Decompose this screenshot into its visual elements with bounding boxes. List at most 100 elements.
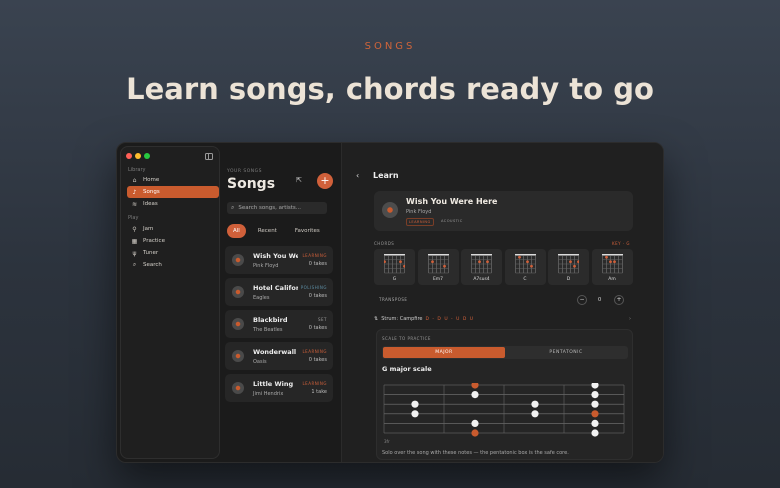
sidebar-item-tuner[interactable]: ψ Tuner bbox=[127, 247, 219, 259]
song-artist: Jimi Hendrix bbox=[253, 391, 284, 397]
play-section-label: Play bbox=[128, 215, 139, 221]
sidebar-item-jam[interactable]: ⚲ Jam bbox=[127, 223, 219, 235]
song-disc-icon bbox=[232, 286, 244, 298]
song-status-badge: LEARNING bbox=[302, 381, 327, 386]
close-window-button[interactable] bbox=[126, 153, 132, 159]
app-window: Library ⌂ Home ♪ Songs ≋ Ideas Play ⚲ Ja… bbox=[116, 142, 664, 463]
song-list-item[interactable]: Wonderwall Oasis LEARNING 0 takes bbox=[225, 342, 333, 370]
song-title: Little Wing bbox=[253, 380, 294, 388]
song-status-badge: POLISHING bbox=[300, 285, 327, 290]
back-chevron-icon[interactable]: ‹ bbox=[356, 171, 359, 180]
scale-name: G major scale bbox=[382, 365, 432, 373]
finger-dot bbox=[399, 260, 402, 264]
song-takes-count: 0 takes bbox=[308, 357, 327, 363]
song-list-item[interactable]: Blackbird The Beatles SET 0 takes bbox=[225, 310, 333, 338]
song-takes-count: 0 takes bbox=[308, 261, 327, 267]
sidebar-item-ideas[interactable]: ≋ Ideas bbox=[127, 198, 219, 210]
finger-dot bbox=[517, 255, 521, 259]
chord-card[interactable]: G bbox=[374, 249, 415, 285]
root-note-dot bbox=[471, 429, 479, 437]
finger-dot bbox=[577, 260, 579, 264]
scale-option-major[interactable]: MAJOR bbox=[383, 347, 505, 358]
strum-row[interactable]: ⇅ Strum: Campfire D - D U - U D U bbox=[374, 316, 474, 322]
sidebar-item-search[interactable]: ⌕ Search bbox=[127, 259, 219, 271]
acoustic-tag: ACOUSTIC bbox=[441, 219, 463, 223]
learn-panel: ‹ Learn Wish You Were Here Pink Floyd LE… bbox=[341, 143, 663, 462]
finger-dot bbox=[612, 260, 616, 264]
sidebar-toggle-icon[interactable] bbox=[205, 153, 213, 160]
chord-name: Em7 bbox=[432, 277, 444, 282]
fretboard-diagram bbox=[383, 383, 625, 437]
chord-card[interactable]: Em7 bbox=[417, 249, 459, 285]
chord-card[interactable]: A7sus4 bbox=[461, 249, 502, 285]
share-icon[interactable]: ⇱ bbox=[296, 176, 302, 184]
finger-dot bbox=[604, 255, 608, 259]
tab-favorites[interactable]: Favorites bbox=[289, 224, 326, 238]
song-takes-count: 0 takes bbox=[308, 325, 327, 331]
transpose-up-button[interactable]: + bbox=[614, 295, 624, 305]
scale-note-dot bbox=[591, 419, 599, 427]
song-list-item[interactable]: Little Wing Jimi Hendrix LEARNING 1 take bbox=[225, 374, 333, 402]
songs-panel: YOUR SONGS Songs ⇱ + ⌕ All Recent Favori… bbox=[225, 146, 339, 459]
song-title: Wish You Were Here bbox=[253, 252, 298, 260]
strum-icon: ⇅ bbox=[374, 316, 379, 322]
song-list-item[interactable]: Wish You Were Here Pink Floyd LEARNING 0… bbox=[225, 246, 333, 274]
song-disc-icon bbox=[232, 382, 244, 394]
current-song-title: Wish You Were Here bbox=[406, 197, 498, 206]
chord-diagram bbox=[514, 254, 536, 274]
hero-eyebrow: SONGS bbox=[364, 41, 416, 52]
song-artist: Pink Floyd bbox=[253, 263, 279, 269]
song-search-input[interactable] bbox=[238, 205, 319, 211]
finger-dot bbox=[430, 260, 434, 264]
tab-recent[interactable]: Recent bbox=[252, 224, 283, 238]
chord-diagram bbox=[384, 254, 405, 274]
chord-card[interactable]: D bbox=[548, 249, 589, 285]
library-section-label: Library bbox=[128, 167, 146, 173]
tab-all[interactable]: All bbox=[227, 224, 246, 238]
sidebar-item-practice[interactable]: ▦ Practice bbox=[127, 235, 219, 247]
song-takes-count: 1 take bbox=[311, 389, 327, 395]
chords-label: CHORDS bbox=[374, 241, 395, 246]
songs-eyebrow: YOUR SONGS bbox=[227, 169, 263, 174]
chord-card[interactable]: Am bbox=[591, 249, 633, 285]
song-title: Hotel California bbox=[253, 284, 298, 292]
sidebar-item-label: Search bbox=[143, 262, 162, 268]
scale-note-dot bbox=[411, 410, 419, 418]
strum-label: Strum: Campfire bbox=[381, 316, 423, 322]
fret-position-label: 3fr bbox=[384, 439, 390, 444]
sidebar-item-label: Tuner bbox=[143, 250, 159, 256]
song-title: Blackbird bbox=[253, 316, 288, 324]
scale-note-dot bbox=[411, 400, 419, 408]
home-icon: ⌂ bbox=[132, 176, 137, 184]
maximize-window-button[interactable] bbox=[144, 153, 150, 159]
finger-dot bbox=[486, 260, 489, 264]
transpose-down-button[interactable]: − bbox=[577, 295, 587, 305]
chord-card[interactable]: C bbox=[504, 249, 546, 285]
transpose-label: TRANSPOSE bbox=[379, 297, 408, 302]
waveform-icon: ≋ bbox=[131, 200, 138, 208]
song-artist: Oasis bbox=[253, 359, 267, 365]
finger-dot bbox=[608, 260, 612, 264]
finger-dot bbox=[525, 260, 529, 264]
song-status-badge: LEARNING bbox=[302, 253, 327, 258]
scale-note-dot bbox=[471, 391, 479, 399]
sidebar-item-home[interactable]: ⌂ Home bbox=[127, 174, 219, 186]
scale-option-pentatonic[interactable]: PENTATONIC bbox=[505, 347, 627, 358]
finger-dot bbox=[478, 260, 481, 264]
finger-dot bbox=[442, 264, 446, 268]
song-list-item[interactable]: Hotel California Eagles POLISHING 0 take… bbox=[225, 278, 333, 306]
minimize-window-button[interactable] bbox=[135, 153, 141, 159]
add-song-button[interactable]: + bbox=[317, 173, 333, 189]
song-filter-tabs: All Recent Favorites bbox=[227, 224, 326, 238]
sidebar-item-label: Ideas bbox=[143, 201, 158, 207]
key-label: KEY · G bbox=[612, 241, 631, 246]
scale-card: SCALE TO PRACTICE MAJOR PENTATONIC G maj… bbox=[376, 329, 633, 460]
chevron-right-icon[interactable]: › bbox=[629, 316, 631, 322]
song-status-badge: LEARNING bbox=[302, 349, 327, 354]
sidebar-item-label: Songs bbox=[143, 189, 160, 195]
sidebar-item-songs[interactable]: ♪ Songs bbox=[127, 186, 219, 198]
scale-note-dot bbox=[591, 391, 599, 399]
chord-name: C bbox=[523, 277, 527, 282]
music-note-icon: ♪ bbox=[132, 188, 137, 196]
current-song-artist: Pink Floyd bbox=[406, 209, 432, 215]
